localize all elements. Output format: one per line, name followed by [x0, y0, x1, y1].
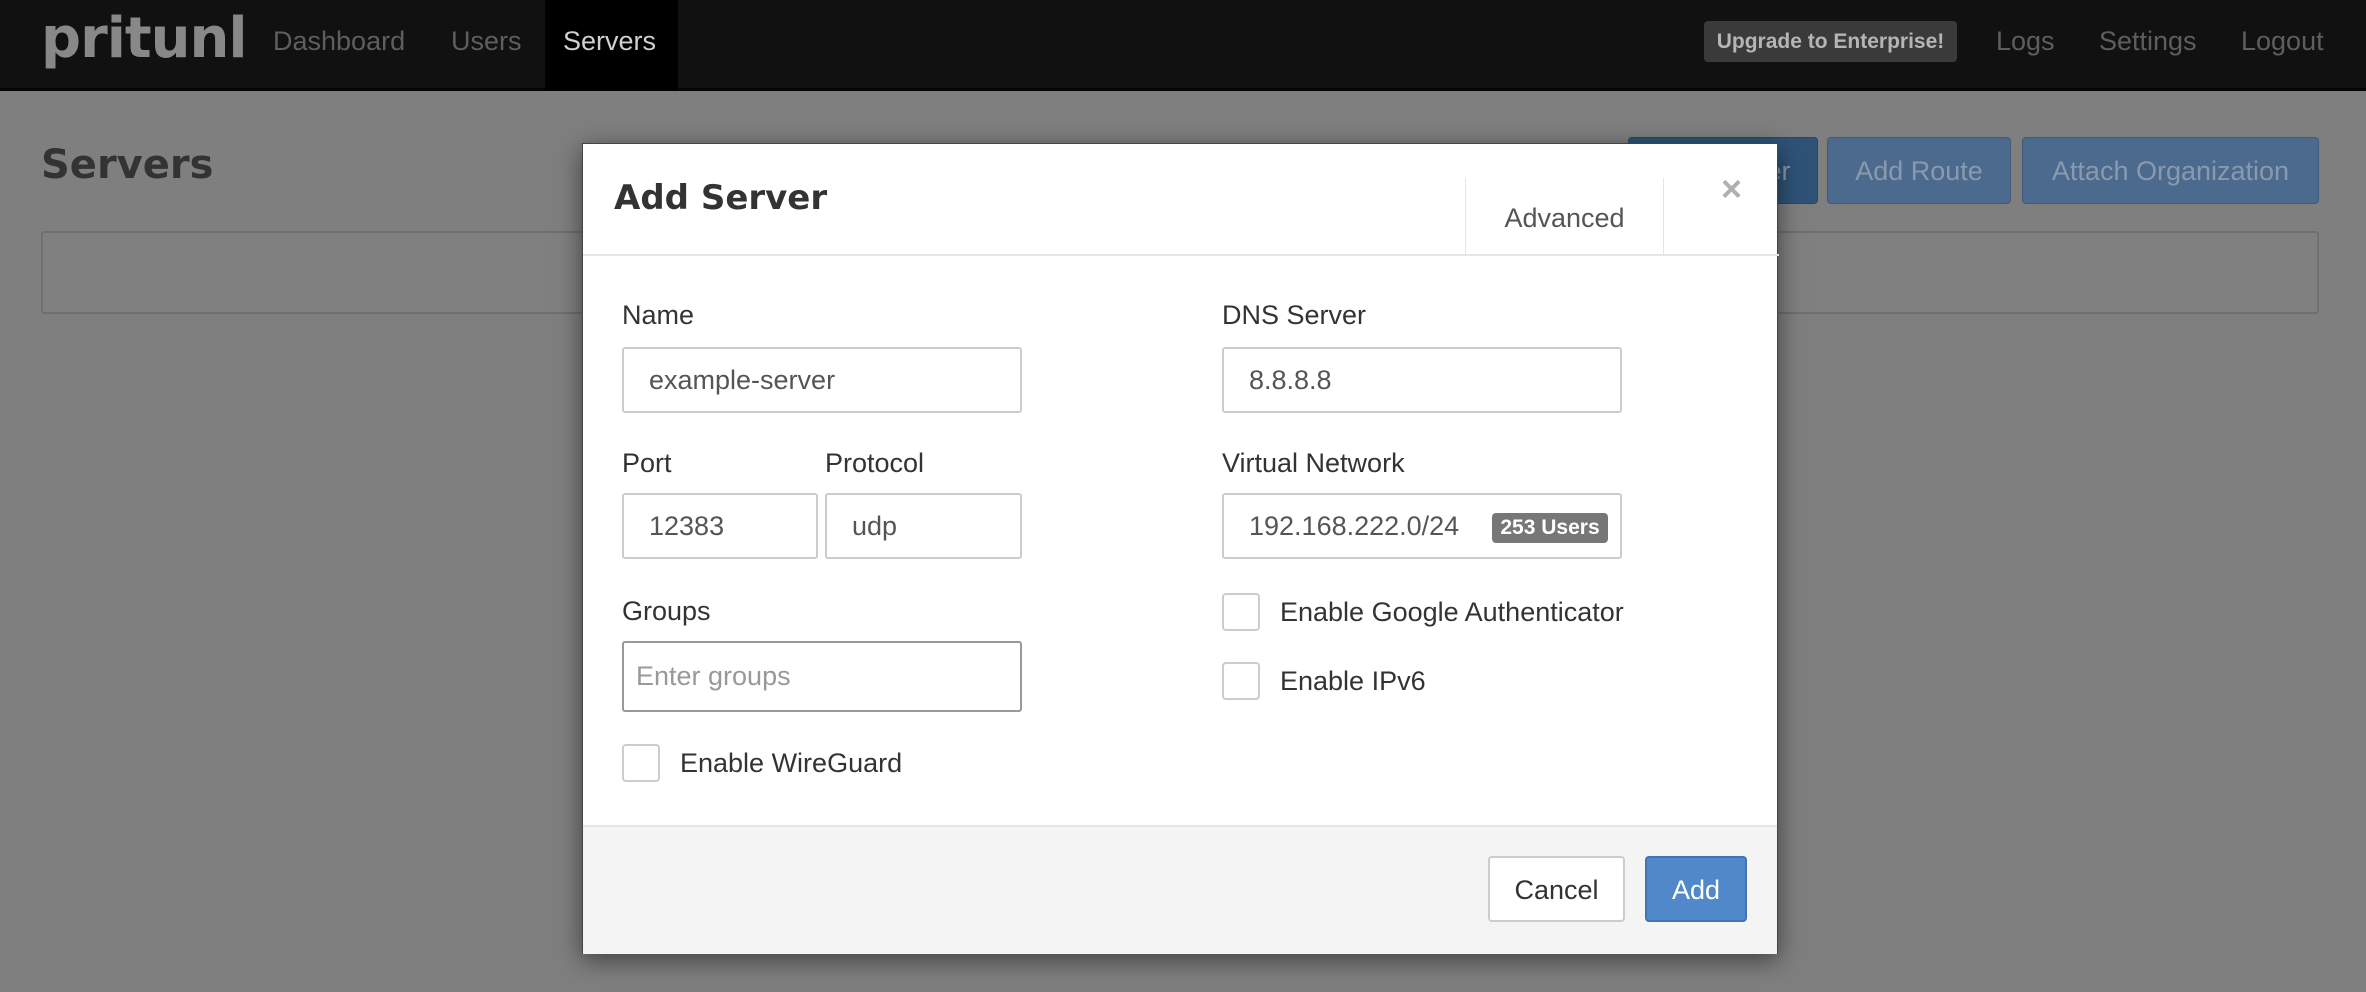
- dns-label: DNS Server: [1222, 300, 1367, 330]
- nav-settings[interactable]: Settings: [2099, 26, 2197, 57]
- dns-input[interactable]: 8.8.8.8: [1222, 347, 1622, 413]
- network-label: Virtual Network: [1222, 448, 1405, 478]
- cancel-button[interactable]: Cancel: [1488, 856, 1625, 922]
- ipv6-label: Enable IPv6: [1280, 666, 1426, 696]
- page-title: Servers: [41, 142, 214, 188]
- logo[interactable]: pritunl: [41, 6, 248, 71]
- groups-label: Groups: [622, 596, 711, 626]
- attach-organization-button[interactable]: Attach Organization: [2022, 137, 2319, 204]
- nav-logs[interactable]: Logs: [1996, 26, 2055, 57]
- name-input[interactable]: example-server: [622, 347, 1022, 413]
- nav-servers[interactable]: Servers: [563, 26, 656, 57]
- port-input[interactable]: 12383: [622, 493, 818, 559]
- name-label: Name: [622, 300, 695, 330]
- users-count-badge: 253 Users: [1492, 513, 1608, 543]
- close-icon[interactable]: ×: [1721, 168, 1742, 210]
- wireguard-checkbox[interactable]: [622, 744, 660, 782]
- ipv6-checkbox[interactable]: [1222, 662, 1260, 700]
- port-label: Port: [622, 448, 672, 478]
- wireguard-label: Enable WireGuard: [680, 748, 903, 778]
- modal-title: Add Server: [614, 178, 828, 218]
- protocol-label: Protocol: [825, 448, 925, 478]
- nav-users[interactable]: Users: [451, 26, 522, 57]
- google-auth-label: Enable Google Authenticator: [1280, 597, 1624, 627]
- groups-input[interactable]: Enter groups: [622, 641, 1022, 712]
- upgrade-button[interactable]: Upgrade to Enterprise!: [1704, 21, 1957, 62]
- nav-dashboard[interactable]: Dashboard: [273, 26, 405, 57]
- google-auth-checkbox[interactable]: [1222, 593, 1260, 631]
- add-button[interactable]: Add: [1645, 856, 1747, 922]
- header-divider: [583, 254, 1779, 256]
- protocol-select[interactable]: udp: [825, 493, 1022, 559]
- nav-logout[interactable]: Logout: [2241, 26, 2324, 57]
- add-route-button[interactable]: Add Route: [1827, 137, 2011, 204]
- advanced-button[interactable]: Advanced: [1465, 178, 1664, 254]
